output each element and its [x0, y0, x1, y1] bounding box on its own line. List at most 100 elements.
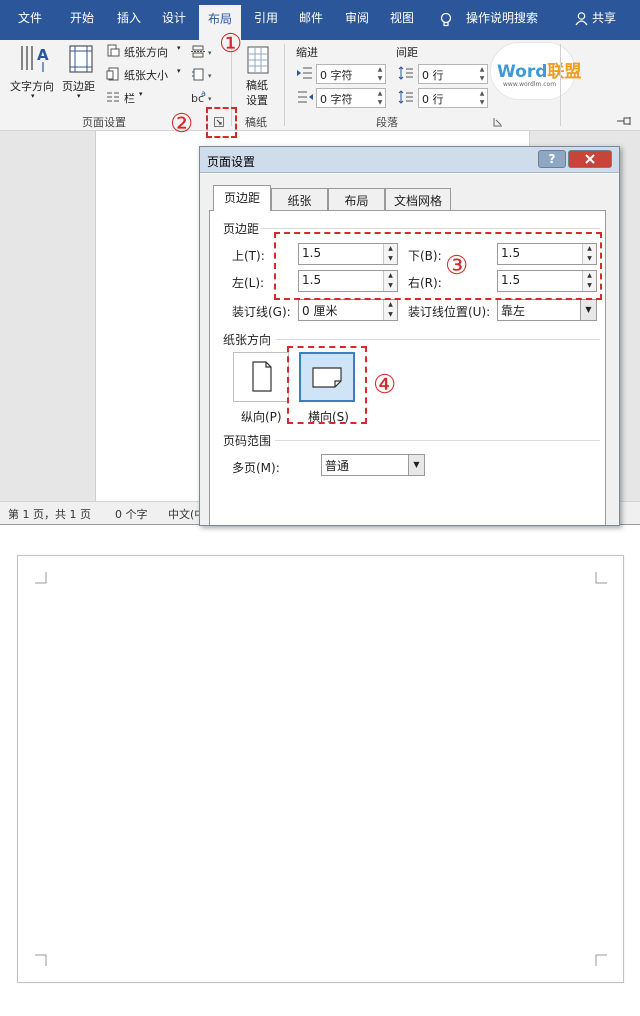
- spacing-before-icon: [398, 66, 413, 80]
- person-icon: [575, 12, 588, 26]
- text-direction-icon[interactable]: A: [18, 44, 52, 74]
- tab-layout[interactable]: 布局: [328, 188, 385, 210]
- annotation-box-margins: [274, 232, 602, 300]
- indent-left-input[interactable]: 0 字符 ▲ ▼: [316, 64, 386, 84]
- crop-mark-icon: [35, 572, 47, 584]
- crop-mark-icon: [595, 954, 607, 966]
- orientation-button[interactable]: 纸张方向: [124, 44, 168, 60]
- paper-size-button[interactable]: 纸张大小: [124, 67, 168, 83]
- lightbulb-icon: [440, 12, 452, 27]
- manuscript-label-line2[interactable]: 设置: [246, 92, 268, 108]
- annotation-box-launcher: [206, 107, 237, 138]
- close-icon: [585, 154, 595, 164]
- logo-text: Word联盟: [497, 62, 582, 82]
- spin-arrows-icon[interactable]: ▲ ▼: [383, 300, 397, 320]
- chevron-down-icon[interactable]: ▼: [408, 455, 424, 475]
- tab-design[interactable]: 设计: [162, 9, 186, 26]
- ribbon-tab-bar: 文件 开始 插入 设计 布局 引用 邮件 审阅 视图 操作说明搜索 共享: [0, 0, 640, 40]
- chevron-down-icon[interactable]: ▾: [31, 92, 35, 100]
- pin-ribbon-icon[interactable]: [616, 116, 634, 126]
- crop-mark-icon: [35, 954, 47, 966]
- gutter-input[interactable]: 0 厘米 ▲ ▼: [298, 299, 398, 321]
- section-divider: [275, 339, 600, 340]
- crop-mark-icon: [595, 572, 607, 584]
- breaks-icon[interactable]: ▾: [191, 45, 215, 58]
- spin-arrows-icon[interactable]: ▲ ▼: [477, 65, 487, 83]
- indent-left-icon: [297, 67, 312, 79]
- spacing-label: 间距: [396, 46, 418, 59]
- tab-review[interactable]: 审阅: [345, 9, 369, 26]
- chevron-down-icon[interactable]: ▾: [177, 67, 181, 75]
- close-button[interactable]: [568, 150, 612, 168]
- spacing-before-input[interactable]: 0 行 ▲ ▼: [418, 64, 488, 84]
- spacing-after-input[interactable]: 0 行 ▲ ▼: [418, 88, 488, 108]
- paper-size-icon: [106, 67, 119, 81]
- svg-text:A: A: [37, 46, 49, 64]
- paragraph-dialog-launcher-icon[interactable]: [493, 117, 503, 127]
- chevron-down-icon[interactable]: ▾: [77, 92, 81, 100]
- columns-button[interactable]: 栏: [124, 90, 135, 106]
- annotation-2: ②: [170, 109, 194, 139]
- tab-home[interactable]: 开始: [70, 9, 94, 26]
- dialog-title: 页面设置: [207, 155, 256, 169]
- wordlm-logo: Word联盟 www.wordlm.com: [490, 42, 581, 100]
- spin-arrows-icon[interactable]: ▲ ▼: [375, 65, 385, 83]
- manuscript-group-label: 稿纸: [245, 116, 267, 129]
- group-separator: [284, 44, 285, 126]
- tab-insert[interactable]: 插入: [117, 9, 141, 26]
- spacing-after-icon: [398, 90, 413, 104]
- status-page-count[interactable]: 第 1 页，共 1 页: [8, 506, 91, 522]
- chevron-down-icon[interactable]: ▼: [580, 300, 596, 320]
- section-divider: [260, 228, 600, 229]
- gutter-label: 装订线(G):: [232, 305, 291, 319]
- chevron-down-icon[interactable]: ▾: [139, 90, 143, 98]
- group-separator: [560, 44, 561, 126]
- columns-icon: [107, 92, 119, 102]
- dialog-title-bar[interactable]: 页面设置 ?: [200, 147, 619, 173]
- manuscript-icon[interactable]: [245, 46, 271, 74]
- tab-mailings[interactable]: 邮件: [299, 9, 323, 26]
- portrait-label[interactable]: 纵向(P): [241, 408, 282, 425]
- line-numbers-icon[interactable]: ▾: [191, 68, 215, 81]
- chevron-down-icon[interactable]: ▾: [177, 44, 181, 52]
- svg-text:a: a: [201, 90, 206, 98]
- orientation-section-title: 纸张方向: [223, 333, 272, 347]
- page-setup-dialog: 页面设置 ? 页边距 纸张 布局 文档网格 页边距 上(T): 1.5 ▲ ▼ 下(…: [199, 146, 620, 526]
- tab-paper[interactable]: 纸张: [271, 188, 328, 210]
- gutter-position-select[interactable]: 靠左 ▼: [497, 299, 597, 321]
- share-button[interactable]: 共享: [592, 9, 616, 26]
- manuscript-label-line1[interactable]: 稿纸: [246, 77, 268, 93]
- portrait-option[interactable]: [233, 352, 289, 402]
- section-divider: [275, 440, 600, 441]
- ribbon: A 文字方向 ▾ 页边距 ▾ 纸张方向 ▾ 纸张大小 ▾ 栏 ▾ ▾ ▾ bc …: [0, 40, 640, 131]
- tell-me-search[interactable]: 操作说明搜索: [466, 9, 538, 26]
- hyphenation-icon[interactable]: bca ▾: [191, 90, 215, 104]
- tab-file[interactable]: 文件: [18, 9, 42, 26]
- landscape-blank-page: [17, 555, 624, 983]
- margins-icon[interactable]: [66, 44, 96, 74]
- indent-right-icon: [298, 91, 313, 103]
- status-word-count[interactable]: 0 个字: [115, 506, 148, 522]
- annotation-1: ①: [219, 29, 243, 59]
- paragraph-group-label: 段落: [376, 116, 398, 129]
- orientation-icon: [107, 44, 120, 57]
- indent-right-input[interactable]: 0 字符 ▲ ▼: [316, 88, 386, 108]
- spin-arrows-icon[interactable]: ▲ ▼: [375, 89, 385, 107]
- tab-view[interactable]: 视图: [390, 9, 414, 26]
- tab-document-grid[interactable]: 文档网格: [385, 188, 451, 210]
- annotation-3: ③: [445, 251, 469, 281]
- multiple-pages-select[interactable]: 普通 ▼: [321, 454, 425, 476]
- indent-label: 缩进: [296, 46, 318, 59]
- svg-text:▾: ▾: [208, 95, 212, 103]
- left-margin-label: 左(L):: [232, 276, 265, 290]
- margins-section-title: 页边距: [223, 222, 260, 236]
- portrait-page-icon: [252, 361, 272, 392]
- svg-text:▾: ▾: [208, 49, 212, 57]
- spin-arrows-icon[interactable]: ▲ ▼: [477, 89, 487, 107]
- help-button[interactable]: ?: [538, 150, 566, 168]
- annotation-4: ④: [373, 370, 397, 400]
- tab-margins[interactable]: 页边距: [213, 185, 271, 211]
- annotation-box-landscape: [287, 346, 367, 424]
- page-setup-group-label: 页面设置: [82, 116, 126, 129]
- tab-references[interactable]: 引用: [254, 9, 278, 26]
